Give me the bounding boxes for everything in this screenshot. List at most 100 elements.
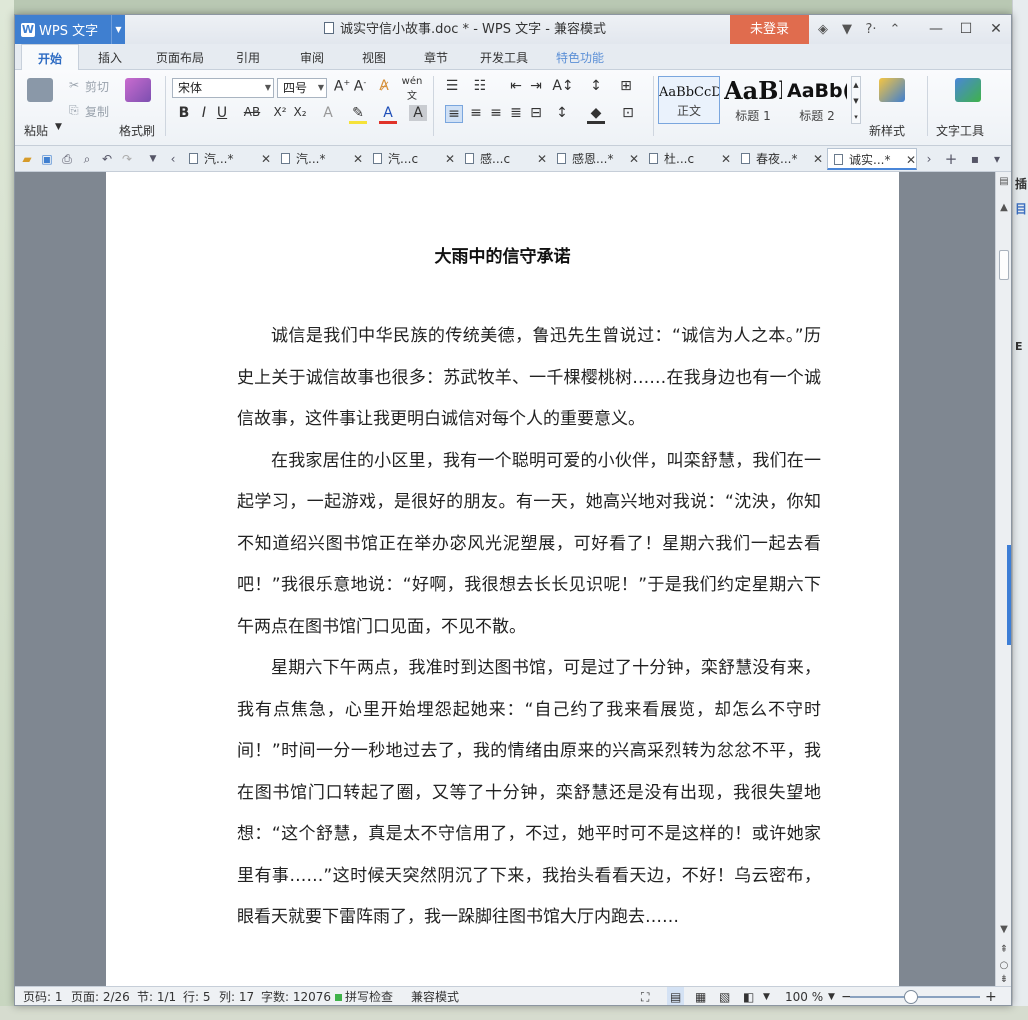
table-border-icon[interactable]: ⊞	[617, 78, 635, 94]
close-tab-icon[interactable]: ✕	[629, 148, 639, 170]
superscript-icon[interactable]: X²	[271, 105, 289, 119]
tab-special-features[interactable]: 特色功能	[547, 44, 613, 70]
reading-mode-icon[interactable]: ◧	[743, 987, 754, 1005]
collapse-ribbon-icon[interactable]: ⌃	[883, 22, 907, 37]
underline-icon[interactable]: U	[213, 105, 231, 121]
doc-tab[interactable]: 感...c ✕	[459, 148, 547, 170]
style-heading-2[interactable]: AaBb( 标题 2	[786, 76, 848, 124]
close-tab-icon[interactable]: ✕	[261, 148, 271, 170]
style-normal[interactable]: AaBbCcD 正文	[658, 76, 720, 124]
format-painter-button[interactable]: 格式刷	[119, 122, 155, 139]
font-color-icon[interactable]: A	[379, 105, 397, 124]
increase-indent-icon[interactable]: ⇥	[527, 78, 545, 94]
paste-dropdown-icon[interactable]: ▼	[55, 122, 62, 132]
scroll-up-icon[interactable]: ▲	[996, 202, 1011, 213]
window-switch-icon[interactable]: ▾	[989, 151, 1005, 167]
doc-tab[interactable]: 春夜...* ✕	[735, 148, 823, 170]
close-tab-icon[interactable]: ✕	[906, 149, 916, 171]
close-tab-icon[interactable]: ✕	[813, 148, 823, 170]
chevron-down-icon[interactable]: ▼	[111, 15, 125, 44]
italic-icon[interactable]: I	[195, 105, 213, 121]
tab-insert[interactable]: 插入	[85, 44, 135, 70]
zoom-in-icon[interactable]: +	[985, 987, 997, 1005]
document-body[interactable]: 诚信是我们中华民族的传统美德，鲁迅先生曾说过：“诚信为人之本。”历史上关于诚信故…	[237, 316, 821, 939]
web-view-icon[interactable]: ▧	[719, 987, 730, 1005]
print-icon[interactable]: ⎙	[59, 151, 75, 167]
scrollbar-thumb[interactable]	[999, 250, 1009, 280]
close-tab-icon[interactable]: ✕	[353, 148, 363, 170]
tab-review[interactable]: 审阅	[289, 44, 335, 70]
line-spacing-icon[interactable]: ↕	[553, 105, 571, 121]
outline-view-icon[interactable]: ▦	[695, 987, 706, 1005]
distributed-icon[interactable]: ⊟	[527, 105, 545, 121]
doc-tab[interactable]: 感恩...* ✕	[551, 148, 639, 170]
tab-developer[interactable]: 开发工具	[471, 44, 537, 70]
close-tab-icon[interactable]: ✕	[537, 148, 547, 170]
status-word-count[interactable]: 字数: 12076	[261, 987, 331, 1005]
font-size-select[interactable]: 四号 ▼	[277, 78, 327, 98]
close-tab-icon[interactable]: ✕	[445, 148, 455, 170]
cut-button[interactable]: 剪切	[85, 78, 109, 95]
align-right-icon[interactable]: ≡	[487, 105, 505, 121]
doc-tab[interactable]: 汽...c ✕	[367, 148, 455, 170]
numbered-list-icon[interactable]: ☷	[471, 78, 489, 94]
status-page-number[interactable]: 页码: 1	[23, 987, 63, 1005]
undo-icon[interactable]: ↶	[99, 151, 115, 167]
justify-icon[interactable]: ≣	[507, 105, 525, 121]
new-style-icon[interactable]	[879, 78, 905, 102]
text-tools-icon[interactable]	[955, 78, 981, 102]
shrink-font-icon[interactable]: A-	[351, 78, 369, 95]
tab-scroll-left-icon[interactable]: ‹	[165, 151, 181, 167]
char-shading-icon[interactable]: A	[409, 105, 427, 121]
decrease-indent-icon[interactable]: ⇤	[507, 78, 525, 94]
tab-chapter[interactable]: 章节	[413, 44, 459, 70]
highlight-icon[interactable]: ✎	[349, 105, 367, 124]
next-page-icon[interactable]: ⇟	[996, 974, 1011, 985]
minimize-button[interactable]: —	[921, 15, 951, 44]
doc-tab[interactable]: 汽...* ✕	[275, 148, 363, 170]
char-scaling-icon[interactable]: A↕	[551, 78, 575, 94]
page-view-icon[interactable]: ▤	[667, 987, 685, 1005]
tab-list-icon[interactable]: ▪	[967, 151, 983, 167]
status-page[interactable]: 页面: 2/26	[71, 987, 130, 1005]
scroll-down-icon[interactable]: ▼	[996, 924, 1011, 935]
bold-icon[interactable]: B	[175, 105, 193, 121]
strikethrough-icon[interactable]: AB	[240, 105, 264, 119]
zoom-slider-thumb[interactable]	[904, 990, 918, 1004]
app-menu-button[interactable]: W WPS 文字 ▼	[15, 15, 125, 44]
print-preview-icon[interactable]: ⌕	[79, 151, 95, 167]
document-page[interactable]: 大雨中的信守承诺 诚信是我们中华民族的传统美德，鲁迅先生曾说过：“诚信为人之本。…	[106, 172, 899, 986]
browse-object-icon[interactable]: ○	[996, 960, 1011, 971]
new-tab-icon[interactable]: +	[943, 151, 959, 167]
shirt-icon[interactable]: ▼	[835, 22, 859, 37]
new-style-button[interactable]: 新样式	[869, 122, 905, 139]
tab-scroll-right-icon[interactable]: ›	[921, 151, 937, 167]
tab-references[interactable]: 引用	[225, 44, 271, 70]
save-icon[interactable]: ▣	[39, 151, 55, 167]
align-left-icon[interactable]: ≡	[445, 105, 463, 123]
subscript-icon[interactable]: X₂	[291, 105, 309, 119]
tab-view[interactable]: 视图	[351, 44, 397, 70]
shading-icon[interactable]: ◆	[587, 105, 605, 124]
tab-home[interactable]: 开始	[21, 44, 79, 71]
text-tools-button[interactable]: 文字工具	[936, 122, 984, 139]
tab-page-layout[interactable]: 页面布局	[145, 44, 215, 70]
zoom-dropdown-icon[interactable]: ▼	[828, 987, 835, 1005]
style-gallery-scroll[interactable]: ▲ ▼ ▾	[851, 76, 861, 124]
paste-button[interactable]: 粘贴	[24, 122, 48, 139]
grow-font-icon[interactable]: A+	[333, 78, 351, 95]
doc-tab[interactable]: 杜...c ✕	[643, 148, 731, 170]
close-tab-icon[interactable]: ✕	[721, 148, 731, 170]
text-effect-icon[interactable]: A	[319, 105, 337, 121]
font-name-select[interactable]: 宋体 ▼	[172, 78, 274, 98]
redo-icon[interactable]: ↷	[119, 151, 135, 167]
full-screen-icon[interactable]: ⛶	[641, 987, 649, 1005]
view-dropdown-icon[interactable]: ▼	[763, 987, 770, 1005]
open-icon[interactable]: ▰	[19, 151, 35, 167]
spell-check-toggle[interactable]: 拼写检查	[335, 987, 393, 1005]
sort-icon[interactable]: ↕	[587, 78, 605, 94]
doc-tab-active[interactable]: 诚实...* ✕	[827, 148, 917, 170]
customize-qa-icon[interactable]: ▼	[145, 151, 161, 167]
copy-button[interactable]: 复制	[85, 103, 109, 120]
doc-tab[interactable]: 汽...* ✕	[183, 148, 271, 170]
